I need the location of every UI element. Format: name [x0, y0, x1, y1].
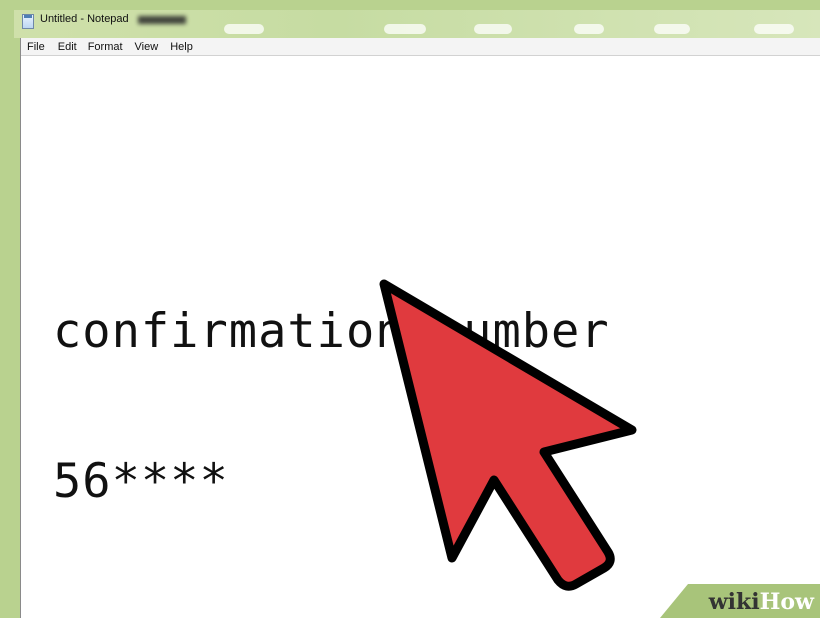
notepad-icon[interactable]: [22, 14, 34, 29]
watermark-wiki: wiki: [708, 589, 760, 615]
menu-help[interactable]: Help: [170, 41, 193, 53]
menu-edit[interactable]: Edit: [58, 41, 77, 53]
screenshot-frame: Untitled - Notepad File Edit Format View…: [0, 0, 820, 618]
menu-bar: File Edit Format View Help: [21, 38, 820, 56]
pointer-arrow-icon: [379, 279, 637, 591]
window-titlebar[interactable]: [14, 10, 820, 38]
menu-view[interactable]: View: [135, 41, 159, 53]
menu-format[interactable]: Format: [88, 41, 123, 53]
window-title: Untitled - Notepad: [40, 13, 129, 25]
aero-highlight: [574, 24, 604, 34]
title-blur: [138, 16, 186, 24]
pointer-arrow-shape: [379, 279, 637, 591]
watermark-how: How: [759, 589, 814, 615]
menu-file[interactable]: File: [27, 41, 45, 53]
aero-highlight: [384, 24, 426, 34]
aero-highlight: [754, 24, 794, 34]
aero-highlight: [654, 24, 690, 34]
wikihow-watermark: wikiHow: [660, 584, 820, 618]
aero-highlight: [224, 24, 264, 34]
aero-highlight: [474, 24, 512, 34]
watermark-text: wikiHow: [709, 588, 814, 616]
